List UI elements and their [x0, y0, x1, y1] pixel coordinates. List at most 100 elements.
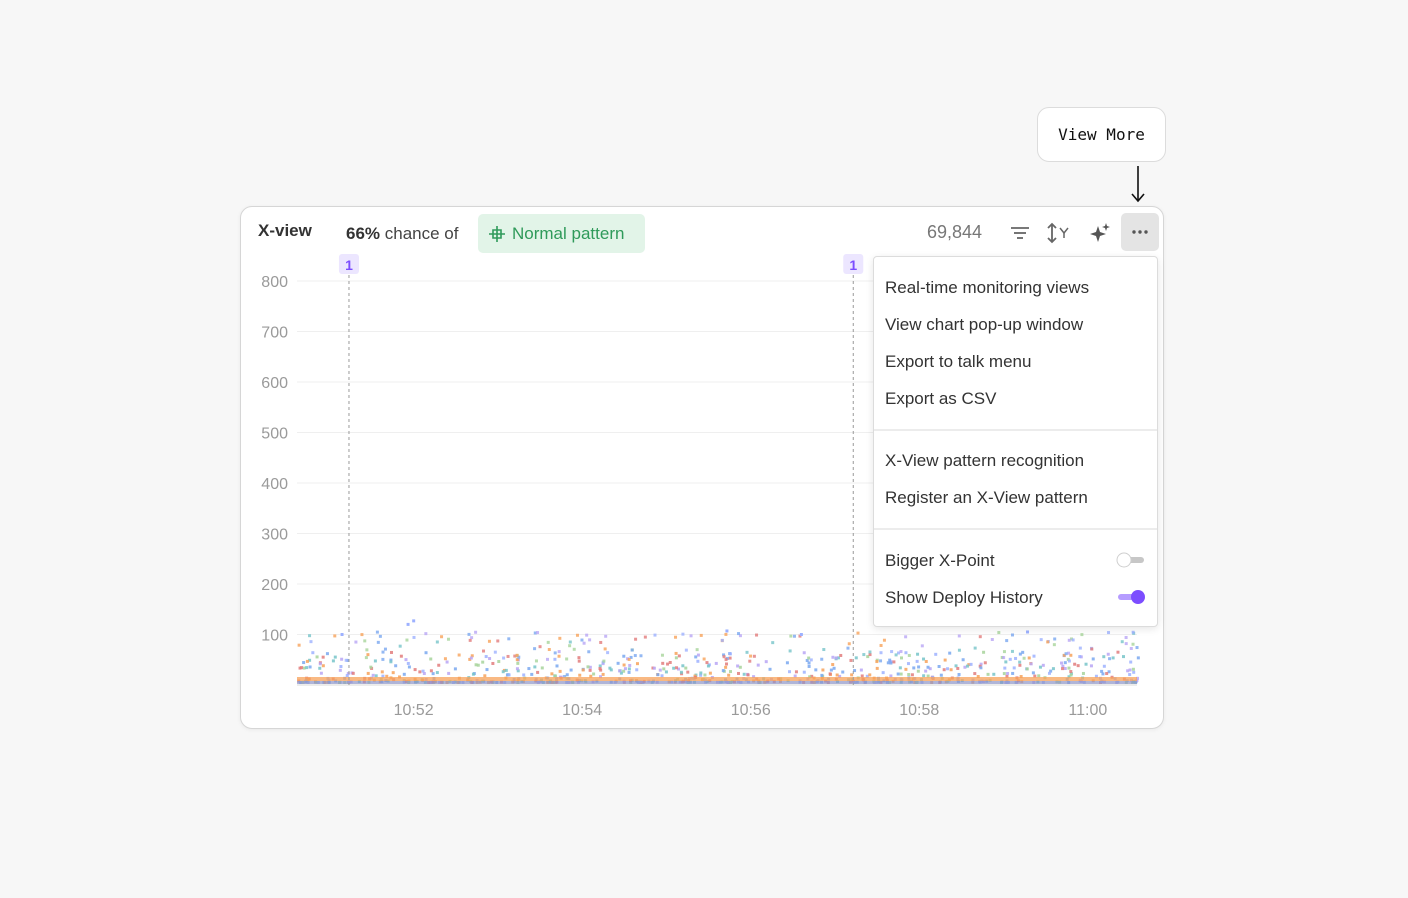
- data-point: [1081, 671, 1085, 675]
- filter-button[interactable]: [1005, 218, 1035, 248]
- data-point: [507, 637, 511, 641]
- data-point: [389, 650, 393, 654]
- data-point: [965, 664, 969, 668]
- data-point: [771, 641, 775, 645]
- data-point: [1105, 672, 1109, 676]
- data-point: [609, 668, 613, 672]
- more-icon: [1132, 230, 1148, 234]
- data-point: [696, 653, 700, 657]
- data-point: [1005, 639, 1009, 643]
- data-point: [568, 644, 572, 648]
- data-point: [839, 653, 843, 657]
- data-point: [627, 667, 631, 671]
- data-point: [429, 669, 433, 673]
- data-point: [728, 656, 732, 660]
- data-point: [602, 659, 606, 663]
- data-point: [305, 666, 309, 670]
- data-point: [807, 664, 811, 668]
- data-point: [580, 638, 584, 642]
- pattern-badge[interactable]: Normal pattern: [478, 214, 645, 253]
- data-point: [1101, 672, 1105, 676]
- data-point: [756, 663, 760, 667]
- data-point: [656, 673, 660, 677]
- data-point: [679, 670, 683, 674]
- more-options-button[interactable]: [1121, 213, 1159, 251]
- data-point: [1116, 650, 1120, 654]
- show-deploy-history-toggle[interactable]: [1116, 589, 1146, 605]
- data-point: [1107, 631, 1111, 635]
- y-axis-scale-button[interactable]: [1044, 218, 1074, 248]
- data-point: [557, 654, 561, 658]
- data-point: [892, 660, 896, 664]
- card-title: X-view: [258, 221, 312, 240]
- y-tick-label: 100: [261, 628, 288, 645]
- data-point: [660, 653, 664, 657]
- data-point: [366, 653, 370, 657]
- data-point: [868, 653, 872, 657]
- data-point: [1002, 650, 1006, 654]
- data-point: [546, 657, 550, 661]
- data-point: [986, 672, 990, 676]
- data-point: [1136, 656, 1140, 660]
- data-point: [412, 619, 416, 623]
- data-point: [916, 652, 920, 656]
- data-point: [569, 668, 573, 672]
- data-point: [708, 671, 712, 675]
- data-point: [695, 648, 699, 652]
- menu-divider: [874, 528, 1157, 530]
- menu-item-register-pattern[interactable]: Register an X-View pattern: [885, 488, 1088, 508]
- menu-item-export-talk[interactable]: Export to talk menu: [885, 352, 1031, 372]
- data-point: [553, 651, 557, 655]
- data-point: [686, 670, 690, 674]
- data-point: [788, 649, 792, 653]
- data-point: [340, 633, 344, 636]
- data-point: [1064, 652, 1068, 656]
- menu-item-bigger-xpoint: Bigger X-Point: [885, 551, 995, 570]
- data-point: [983, 661, 987, 665]
- bigger-xpoint-toggle[interactable]: [1116, 552, 1146, 568]
- data-point: [321, 655, 325, 659]
- data-point: [603, 647, 607, 651]
- dense-baseline-band: [297, 681, 1137, 684]
- data-point: [1003, 666, 1007, 670]
- menu-item-chart-popup[interactable]: View chart pop-up window: [885, 315, 1083, 335]
- data-point: [1067, 666, 1071, 670]
- data-point: [694, 655, 698, 659]
- data-point: [627, 657, 631, 661]
- data-point: [829, 668, 833, 672]
- data-point: [749, 654, 753, 658]
- data-point: [1129, 646, 1133, 650]
- data-point: [1037, 674, 1041, 678]
- data-point: [311, 651, 315, 655]
- data-point: [802, 670, 806, 674]
- ai-insight-button[interactable]: [1085, 218, 1115, 248]
- data-point: [846, 646, 850, 650]
- menu-item-pattern-recognition[interactable]: X-View pattern recognition: [885, 451, 1084, 471]
- data-point: [736, 671, 740, 675]
- data-point: [446, 637, 450, 641]
- data-point: [1052, 643, 1056, 647]
- menu-item-realtime-monitoring[interactable]: Real-time monitoring views: [885, 278, 1089, 298]
- data-point: [890, 650, 894, 654]
- data-point: [674, 651, 678, 655]
- data-point: [496, 639, 500, 643]
- menu-item-export-csv[interactable]: Export as CSV: [885, 389, 997, 409]
- data-point: [856, 631, 860, 635]
- data-point: [383, 647, 387, 651]
- data-point: [616, 661, 620, 665]
- data-point: [1004, 660, 1008, 664]
- data-point: [309, 640, 313, 644]
- x-tick-label: 11:00: [1068, 702, 1107, 719]
- data-point: [536, 631, 540, 635]
- data-point: [722, 655, 726, 659]
- data-point: [924, 659, 928, 663]
- sparkle-icon: [1090, 223, 1110, 242]
- dense-baseline-band: [297, 677, 1137, 681]
- data-point: [305, 659, 309, 663]
- data-point: [982, 650, 986, 654]
- data-point: [937, 664, 941, 668]
- y-tick-label: 500: [261, 426, 288, 443]
- data-point: [633, 654, 637, 658]
- data-point: [374, 674, 378, 678]
- data-point: [728, 652, 732, 656]
